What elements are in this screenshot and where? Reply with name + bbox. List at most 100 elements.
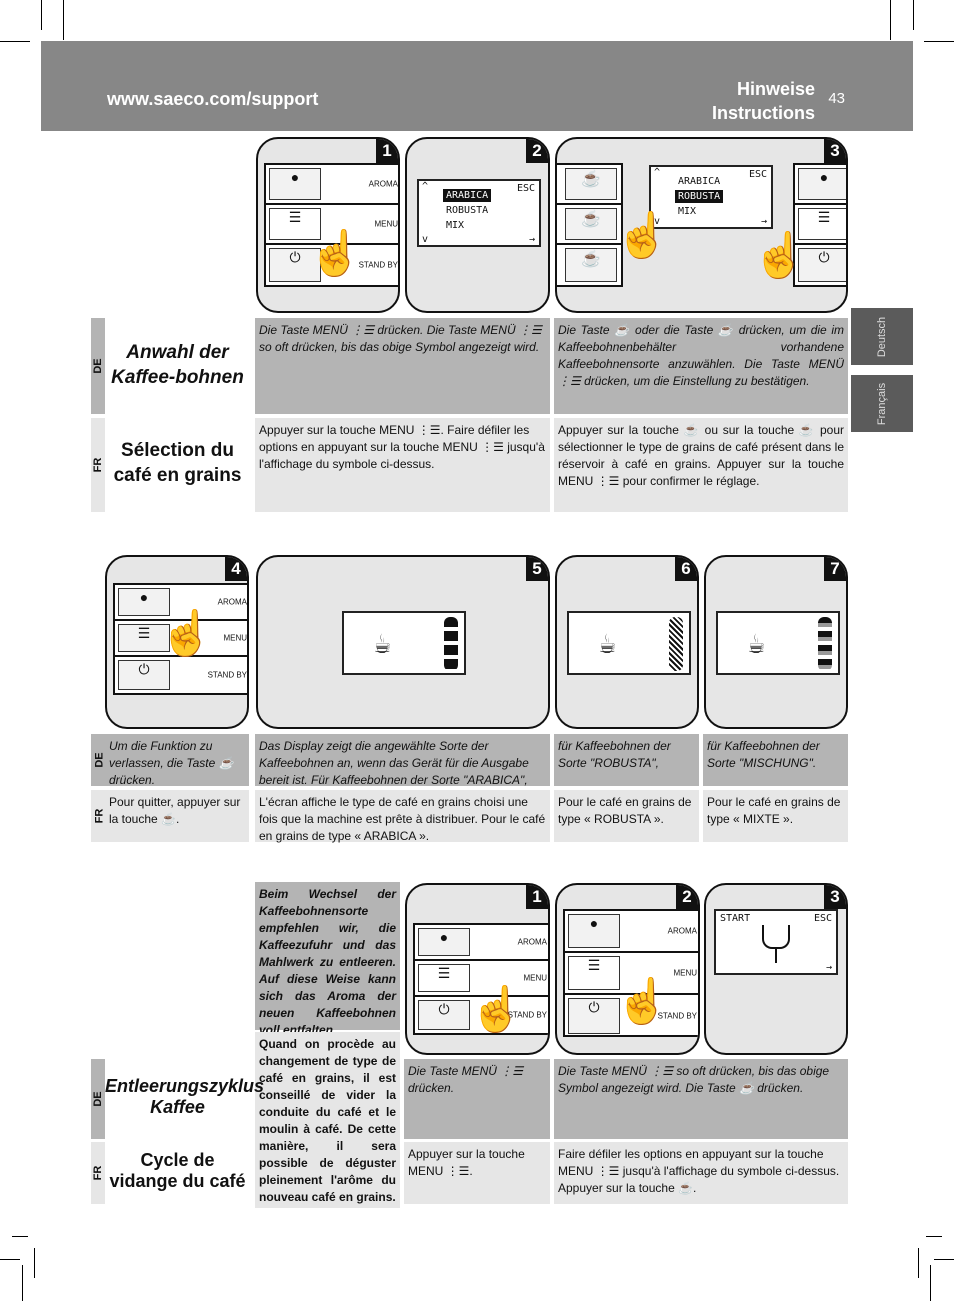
instruction-fr-c1: Appuyer sur la touche MENU ⋮☰.: [404, 1142, 550, 1204]
steam-button[interactable]: ☕: [565, 248, 617, 282]
hand-icon: ☝: [615, 977, 670, 1026]
aroma-button[interactable]: ●: [269, 168, 321, 200]
cup-icon: ☕: [581, 171, 601, 188]
memo-cup-button-1[interactable]: ☕: [565, 168, 617, 200]
lang-code: DE: [92, 1091, 104, 1107]
memo-row-2: ☕: [557, 205, 621, 245]
option-robusta[interactable]: ROBUSTA: [443, 204, 491, 217]
menu-label: MENU: [374, 219, 398, 229]
option-mix[interactable]: MIX: [443, 219, 467, 232]
aroma-button[interactable]: ●: [568, 914, 620, 948]
crop-mark: [22, 1265, 23, 1301]
lcd-display: START ESC →: [714, 909, 838, 975]
instruction-fr-c2: Faire défiler les options en appuyant su…: [554, 1142, 848, 1204]
step-panel-c1: 1 ● AROMA ☰ MENU ⏻ STAND BY ☝: [405, 883, 550, 1055]
section-title-de: Anwahl der Kaffee-bohnen: [111, 342, 244, 388]
crop-mark: [34, 1248, 35, 1278]
aroma-row: ● AROMA: [266, 165, 398, 205]
crop-mark: [12, 1236, 28, 1237]
title-fr: Instructions: [711, 103, 815, 123]
aroma-label: AROMA: [517, 937, 547, 947]
page-title: Hinweise Instructions: [712, 77, 815, 125]
menu-icon: ☰: [137, 625, 151, 641]
instruction-fr-step4: FR Pour quitter, appuyer sur la touche ☕…: [91, 790, 249, 842]
hand-icon: ☝: [615, 211, 670, 260]
instruction-de-step4: DE Um die Funktion zu verlassen, die Tas…: [91, 734, 249, 787]
menu-label: MENU: [673, 968, 697, 978]
lang-code: FR: [93, 808, 106, 824]
bean-icon: ●: [819, 169, 829, 185]
step-panel-5: 5 ☕: [256, 555, 550, 729]
instruction-de-step5: Das Display zeigt die angewählte Sorte d…: [255, 734, 550, 787]
next-arrow-icon: →: [528, 234, 535, 245]
step-number: 5: [526, 557, 548, 581]
side-tab-deutsch[interactable]: Deutsch: [851, 308, 913, 365]
side-tab-francais[interactable]: Français: [851, 375, 913, 432]
cup-icon: ☕: [748, 627, 765, 660]
start-label[interactable]: START: [720, 913, 750, 924]
next-arrow-icon: →: [825, 962, 832, 973]
grinder-funnel-icon: [762, 925, 790, 949]
aroma-row: ● AROMA: [415, 925, 548, 961]
power-icon: ⏻: [588, 999, 600, 1015]
lang-label-de: DE: [91, 1059, 105, 1139]
crop-mark: [0, 1259, 20, 1260]
menu-label: MENU: [523, 973, 547, 983]
lang-code: FR: [92, 457, 104, 473]
step-number: 3: [824, 139, 846, 163]
option-arabica[interactable]: ARABICA: [675, 175, 723, 188]
power-icon: ⏻: [438, 1001, 450, 1017]
menu-button[interactable]: ☰: [568, 956, 620, 990]
esc-label[interactable]: ESC: [814, 913, 832, 924]
aroma-button[interactable]: ●: [418, 928, 470, 956]
lang-code: DE: [93, 752, 106, 768]
instruction-de-c1: Die Taste MENÜ ⋮☰ drücken.: [404, 1059, 550, 1139]
standby-button[interactable]: ⏻: [118, 660, 170, 690]
memo-button-panel: ☕ ☕ ☕: [557, 163, 623, 287]
crop-mark: [930, 1265, 931, 1301]
standby-row: ⏻ STAND BY: [115, 657, 247, 693]
menu-button[interactable]: ☰: [418, 964, 470, 992]
mix-beans-icon: [818, 617, 832, 671]
title-de: Hinweise: [736, 79, 815, 99]
standby-button[interactable]: ⏻: [418, 1000, 470, 1030]
standby-button[interactable]: ⏻: [568, 998, 620, 1034]
lcd-display-arabica: ☕: [342, 611, 466, 675]
step-number: 1: [376, 139, 398, 163]
page-header: www.saeco.com/support Hinweise Instructi…: [41, 41, 913, 131]
aroma-label: AROMA: [368, 179, 398, 189]
aroma-row: ●: [795, 165, 846, 205]
lang-label-de: DE: [93, 734, 107, 786]
step-panel-3: 3 ☕ ☕ ☕ ^ ESC ARABICA ROBUSTA MIX v → ● …: [555, 137, 848, 313]
steam-cup-icon: ☕: [581, 251, 601, 268]
memo-cup-button-2[interactable]: ☕: [565, 208, 617, 240]
instruction-de-step6: für Kaffeebohnen der Sorte "ROBUSTA",: [554, 734, 699, 786]
option-robusta[interactable]: ROBUSTA: [675, 190, 724, 203]
support-url[interactable]: www.saeco.com/support: [107, 89, 318, 110]
aroma-button[interactable]: ●: [798, 168, 846, 200]
hand-icon: ☝: [469, 985, 524, 1034]
cup-icon: ☕: [374, 627, 391, 660]
esc-label[interactable]: ESC: [517, 183, 535, 194]
step-panel-2: 2 ^ ESC ARABICA ROBUSTA MIX v →: [405, 137, 550, 313]
step-number: 3: [824, 885, 846, 909]
hand-icon: ☝: [752, 231, 807, 280]
side-tab-label: Français: [876, 382, 888, 425]
option-arabica[interactable]: ARABICA: [443, 189, 492, 202]
aroma-row: ● AROMA: [565, 911, 698, 953]
robusta-beans-icon: [669, 617, 683, 671]
instruction-fr-step7: Pour le café en grains de type « MIXTE »…: [703, 790, 848, 842]
esc-label[interactable]: ESC: [749, 169, 767, 180]
crop-mark: [890, 0, 891, 40]
menu-icon: ☰: [817, 209, 831, 225]
bean-icon: ●: [439, 929, 449, 945]
crop-mark: [41, 0, 42, 30]
aroma-label: AROMA: [217, 597, 247, 607]
option-mix[interactable]: MIX: [675, 205, 699, 218]
next-arrow-icon: →: [760, 216, 767, 227]
step-number: 6: [675, 557, 697, 581]
step-number: 2: [526, 139, 548, 163]
instruction-de-step3: Die Taste ☕ oder die Taste ☕ drücken, um…: [554, 318, 848, 414]
menu-label: MENU: [223, 633, 247, 643]
step-number: 7: [824, 557, 846, 581]
